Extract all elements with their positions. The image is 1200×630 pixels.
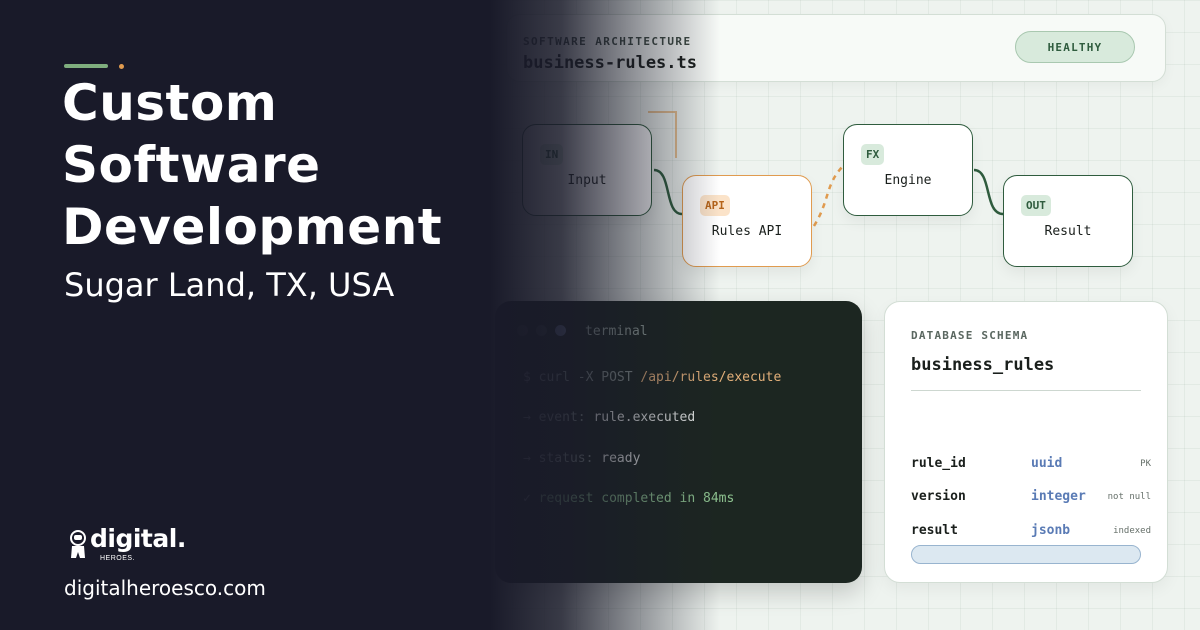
logo-subtext: HEROES. bbox=[100, 555, 136, 562]
window-dot-icon bbox=[555, 325, 566, 336]
schema-label: DATABASE SCHEMA bbox=[911, 329, 1029, 342]
accent-line bbox=[64, 64, 108, 68]
flow-node-input: IN Input bbox=[522, 124, 652, 216]
line-value: ready bbox=[601, 451, 641, 466]
schema-column: version bbox=[911, 489, 966, 504]
schema-row: result jsonb indexed bbox=[911, 523, 1151, 543]
schema-key: not null bbox=[1107, 492, 1151, 502]
schema-column: rule_id bbox=[911, 456, 966, 471]
architecture-header-card: SOFTWARE ARCHITECTURE business-rules.ts … bbox=[506, 14, 1166, 82]
terminal-title: terminal bbox=[585, 324, 648, 339]
line-prefix: ✓ bbox=[523, 491, 539, 506]
line-prefix: $ curl -X POST bbox=[523, 370, 641, 385]
node-badge: API bbox=[700, 195, 730, 216]
line-prefix: → event: bbox=[523, 410, 594, 425]
architecture-label: SOFTWARE ARCHITECTURE bbox=[523, 35, 692, 48]
line-prefix: → status: bbox=[523, 451, 602, 466]
terminal-window: terminal $ curl -X POST /api/rules/execu… bbox=[495, 301, 862, 583]
schema-type: uuid bbox=[1031, 456, 1063, 471]
schema-highlight-bar bbox=[911, 545, 1141, 564]
window-dot-icon bbox=[536, 325, 547, 336]
location-text: Sugar Land, TX, USA bbox=[64, 266, 395, 304]
page-title: Custom Software Development bbox=[62, 72, 442, 258]
line-value: rule.executed bbox=[593, 410, 696, 425]
schema-type: integer bbox=[1031, 489, 1086, 504]
node-label: Engine bbox=[884, 173, 932, 188]
node-label: Rules API bbox=[711, 224, 783, 239]
flow-node-rules-api: API Rules API bbox=[682, 175, 812, 267]
logo-wordmark: digital. bbox=[90, 524, 186, 553]
schema-row: version integer not null bbox=[911, 489, 1151, 509]
terminal-line: → status: ready bbox=[523, 451, 640, 466]
schema-key: PK bbox=[1140, 459, 1151, 469]
title-line: Custom bbox=[62, 74, 278, 132]
database-schema-card: DATABASE SCHEMA business_rules rule_id u… bbox=[884, 301, 1168, 583]
terminal-line: $ curl -X POST /api/rules/execute bbox=[523, 370, 781, 385]
terminal-line: ✓ request completed in 84ms bbox=[523, 491, 734, 506]
schema-key: indexed bbox=[1113, 526, 1151, 536]
node-badge: OUT bbox=[1021, 195, 1051, 216]
architecture-file-name: business-rules.ts bbox=[523, 53, 697, 73]
window-dot-icon bbox=[517, 325, 528, 336]
accent-dot bbox=[119, 64, 124, 69]
website-url: digitalheroesco.com bbox=[64, 576, 266, 600]
title-line: Development bbox=[62, 198, 443, 256]
node-badge: IN bbox=[540, 144, 564, 165]
flow-node-engine: FX Engine bbox=[843, 124, 973, 216]
astronaut-logo-icon bbox=[70, 530, 86, 558]
node-label: Input bbox=[567, 173, 607, 188]
schema-row: rule_id uuid PK bbox=[911, 456, 1151, 476]
status-badge: HEALTHY bbox=[1015, 31, 1135, 63]
schema-type: jsonb bbox=[1031, 523, 1071, 538]
terminal-line: → event: rule.executed bbox=[523, 410, 695, 425]
node-label: Result bbox=[1044, 224, 1092, 239]
schema-table-name: business_rules bbox=[911, 355, 1055, 375]
node-badge: FX bbox=[861, 144, 885, 165]
schema-column: result bbox=[911, 523, 958, 538]
line-value: request completed in 84ms bbox=[538, 491, 735, 506]
line-value: /api/rules/execute bbox=[640, 370, 782, 385]
title-line: Software bbox=[62, 136, 321, 194]
flow-node-result: OUT Result bbox=[1003, 175, 1133, 267]
divider bbox=[911, 390, 1141, 391]
